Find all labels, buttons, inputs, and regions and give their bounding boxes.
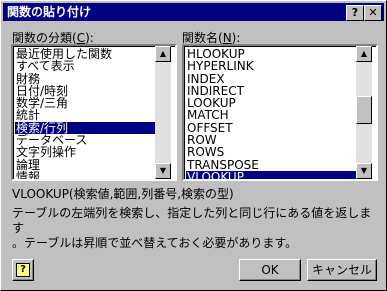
list-item[interactable]: ROWS [186, 146, 356, 159]
function-list[interactable]: HLOOKUP HYPERLINK INDEX INDIRECT LOOKUP MATCH… [182, 44, 378, 181]
category-list[interactable]: 最近使用した関数 すべて表示 財務 日付/時刻 数学/三角 統計 検索/行列 データベース 文字… [11, 44, 177, 181]
function-description: テーブルの左端列を検索し、指定した列と同じ行にある値を返します 。テーブルは昇順… [12, 206, 372, 250]
dialog-title: 関数の貼り付け [7, 5, 92, 19]
list-item[interactable]: VLOOKUP [186, 171, 356, 179]
scroll-down-arrow-icon[interactable]: ▼ [155, 163, 171, 179]
list-item[interactable]: 情報 [15, 171, 155, 179]
cancel-button[interactable]: キャンセル [307, 259, 377, 281]
help-icon: ? [16, 263, 30, 277]
help-button[interactable]: ? [12, 259, 34, 281]
category-scrollbar[interactable]: ▲ ▼ [155, 46, 171, 179]
scroll-up-arrow-icon[interactable]: ▲ [356, 46, 372, 62]
list-item[interactable]: MATCH [186, 109, 356, 122]
scroll-up-arrow-icon[interactable]: ▲ [155, 46, 171, 62]
list-item[interactable]: すべて表示 [15, 60, 155, 73]
close-button[interactable]: ✕ [364, 5, 382, 21]
list-item[interactable]: HYPERLINK [186, 60, 356, 73]
ok-button[interactable]: OK [239, 259, 301, 281]
list-item[interactable]: 統計 [15, 109, 155, 122]
scroll-down-arrow-icon[interactable]: ▼ [356, 163, 372, 179]
function-syntax: VLOOKUP(検索値,範囲,列番号,検索の型) [12, 187, 234, 201]
help-title-button[interactable]: ? [346, 5, 364, 21]
dialog-window: 関数の貼り付け ? ✕ 関数の分類(C): 関数名(N): 最近使用した関数 すべ… [0, 0, 387, 291]
function-scrollbar[interactable]: ▲ ▼ [356, 46, 372, 179]
list-item[interactable]: 文字列操作 [15, 146, 155, 159]
title-bar: 関数の貼り付け ? ✕ [3, 3, 384, 21]
scroll-thumb[interactable] [356, 96, 372, 124]
